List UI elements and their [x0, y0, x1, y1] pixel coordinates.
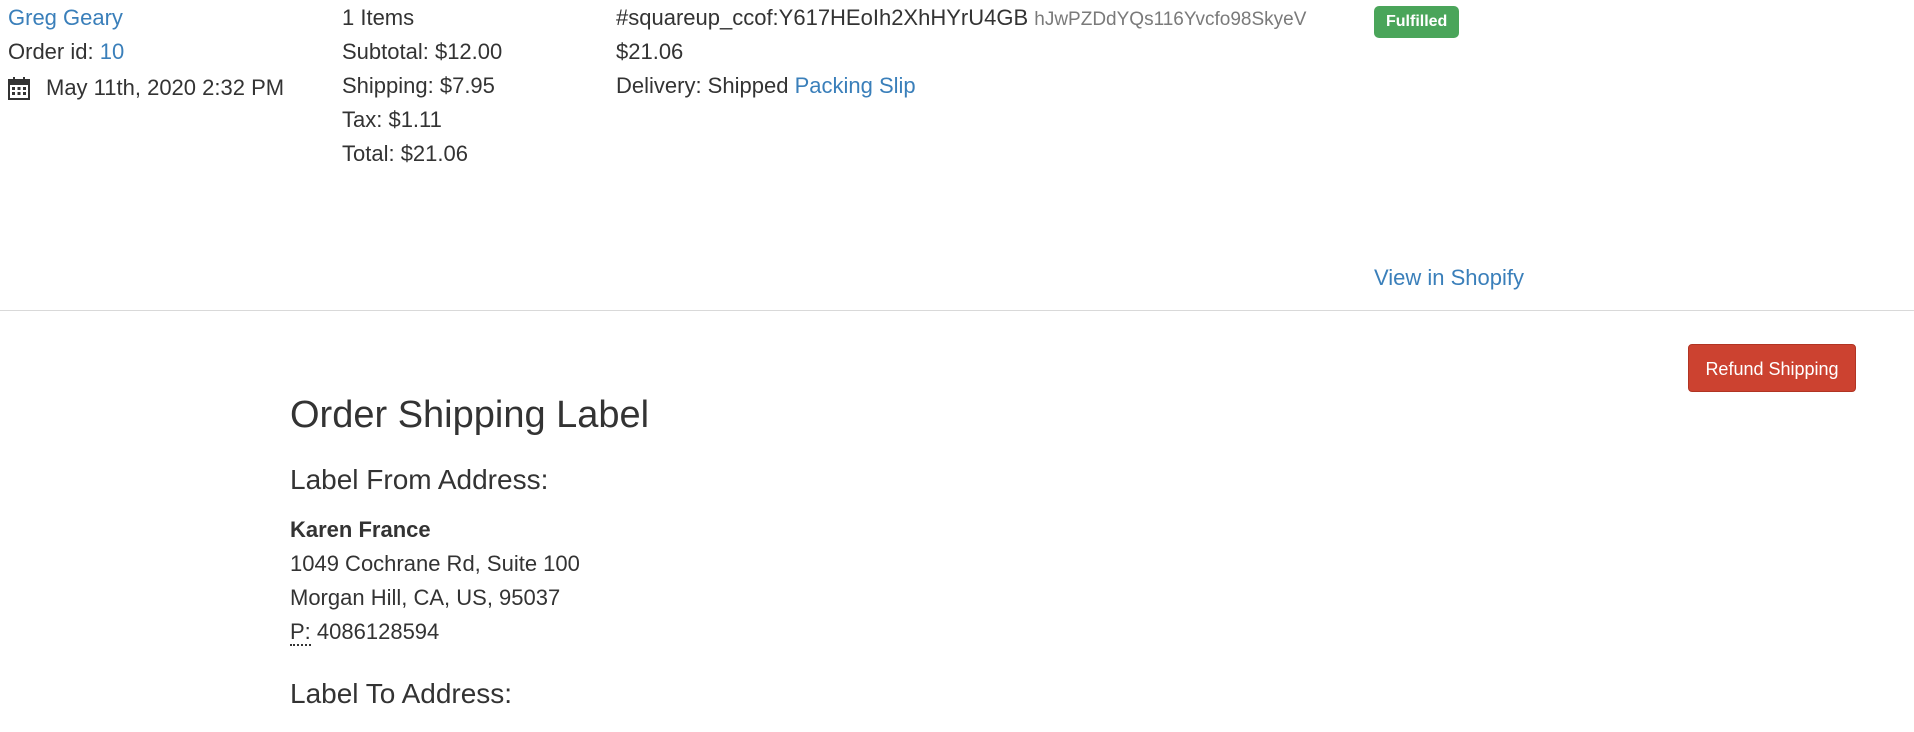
payment-reference-row: #squareup_ccof:Y617HEoIh2XhHYrU4GB hJwPZ… [616, 4, 1306, 34]
status-badge: Fulfilled [1374, 6, 1460, 38]
payment-token: hJwPZDdYQs116Yvcfo98SkyeV [1034, 9, 1307, 30]
packing-slip-link[interactable]: Packing Slip [795, 73, 916, 98]
order-date: May 11th, 2020 2:32 PM [46, 75, 285, 100]
refund-shipping-button[interactable]: Refund Shipping [1688, 344, 1856, 392]
phone-number: 4086128594 [316, 619, 440, 644]
item-count: 1 Items [342, 5, 415, 30]
payment-amount: $21.06 [616, 39, 684, 64]
payment-reference: #squareup_ccof:Y617HEoIh2XhHYrU4GB [616, 5, 1029, 30]
tax: Tax: $1.11 [342, 107, 442, 132]
delivery-status: Delivery: Shipped [616, 73, 789, 98]
customer-name-link[interactable]: Greg Geary [8, 4, 123, 32]
order-id-row: Order id: 10 [8, 38, 124, 66]
calendar-icon [8, 77, 30, 100]
subtotal: Subtotal: $12.00 [342, 39, 503, 64]
shipping-label-title: Order Shipping Label [290, 394, 650, 436]
delivery-row: Delivery: Shipped Packing Slip [616, 72, 916, 100]
from-phone-row: P: 4086128594 [290, 618, 439, 646]
section-divider [0, 310, 1914, 311]
to-address-heading: Label To Address: [290, 678, 513, 709]
shipping-cost: Shipping: $7.95 [342, 73, 495, 98]
total: Total: $21.06 [342, 141, 468, 166]
order-id-link[interactable]: 10 [100, 39, 124, 64]
from-address-line1: 1049 Cochrane Rd, Suite 100 [290, 551, 580, 576]
from-address-line2: Morgan Hill, CA, US, 95037 [290, 585, 561, 610]
from-name: Karen France [290, 517, 431, 542]
order-id-label: Order id: [8, 39, 94, 64]
phone-label: P: [290, 619, 311, 646]
from-address-heading: Label From Address: [290, 464, 549, 495]
view-in-shopify-link[interactable]: View in Shopify [1374, 264, 1524, 292]
